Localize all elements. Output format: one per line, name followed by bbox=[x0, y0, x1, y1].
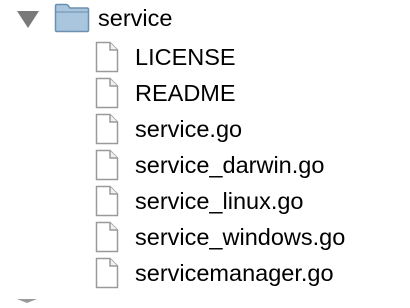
file-label: README bbox=[135, 80, 236, 106]
next-row-partial-icon bbox=[14, 290, 40, 303]
tree-row-file[interactable]: service_linux.go bbox=[0, 184, 410, 218]
disclosure-triangle-expanded-icon[interactable] bbox=[14, 6, 42, 32]
file-label: service_windows.go bbox=[135, 224, 346, 250]
file-label: service_linux.go bbox=[135, 188, 304, 214]
tree-row-folder-service[interactable]: service bbox=[0, 0, 410, 36]
file-label: service.go bbox=[135, 116, 243, 142]
file-icon bbox=[92, 185, 122, 217]
tree-row-file[interactable]: LICENSE bbox=[0, 40, 410, 74]
tree-row-file[interactable]: service_windows.go bbox=[0, 220, 410, 254]
file-label: servicemanager.go bbox=[135, 260, 334, 286]
folder-label: service bbox=[98, 5, 173, 31]
file-label: LICENSE bbox=[135, 44, 236, 70]
tree-row-file[interactable]: servicemanager.go bbox=[0, 256, 410, 290]
file-icon bbox=[92, 149, 122, 181]
tree-row-file[interactable]: service.go bbox=[0, 112, 410, 146]
file-icon bbox=[92, 257, 122, 289]
file-icon bbox=[92, 113, 122, 145]
folder-icon bbox=[54, 3, 90, 33]
file-label: service_darwin.go bbox=[135, 152, 325, 178]
file-tree: service LICENSE README service.go servic… bbox=[0, 0, 410, 303]
tree-row-file[interactable]: service_darwin.go bbox=[0, 148, 410, 182]
tree-row-file[interactable]: README bbox=[0, 76, 410, 110]
file-icon bbox=[92, 221, 122, 253]
file-icon bbox=[92, 77, 122, 109]
file-icon bbox=[92, 41, 122, 73]
